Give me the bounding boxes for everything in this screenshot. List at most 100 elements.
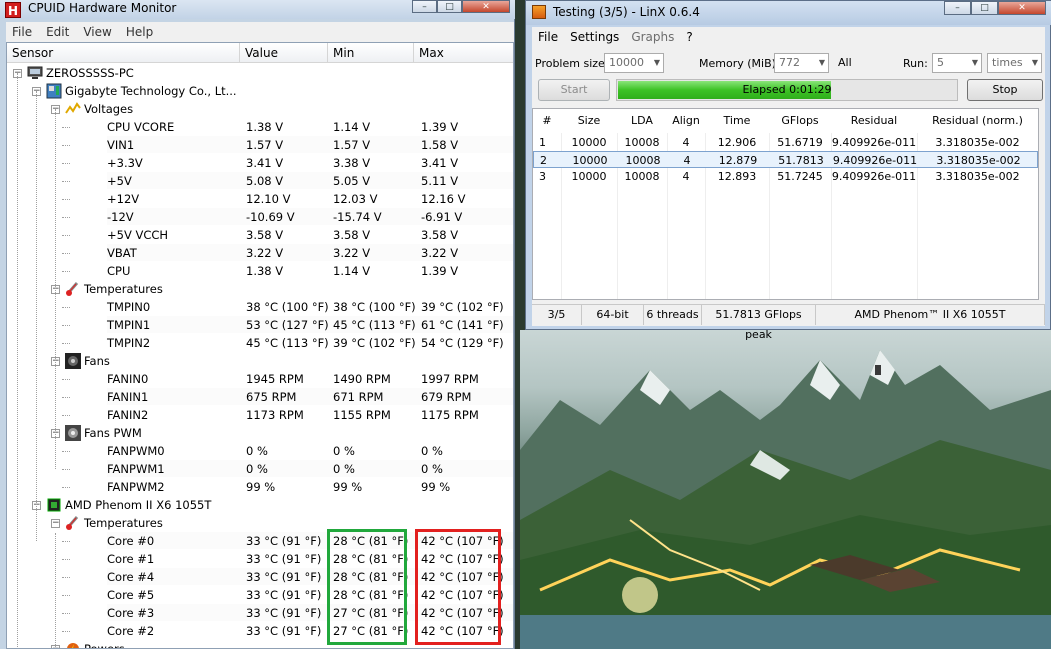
- computer-icon: [27, 65, 43, 81]
- sensor-row[interactable]: CPU VCORE 1.38 V 1.14 V 1.39 V: [7, 118, 513, 136]
- sensor-group-row[interactable]: − Powers: [7, 640, 513, 649]
- maximize-button[interactable]: □: [971, 1, 998, 15]
- sensor-min: -15.74 V: [333, 210, 382, 224]
- sensor-name: Core #4: [107, 570, 155, 584]
- sensor-name: CPU VCORE: [107, 120, 175, 134]
- menu-help[interactable]: Help: [120, 25, 161, 39]
- column-header-sensor[interactable]: Sensor: [7, 43, 240, 63]
- menu-graphs[interactable]: Graphs: [625, 30, 680, 44]
- sensor-row[interactable]: FANIN0 1945 RPM 1490 RPM 1997 RPM: [7, 370, 513, 388]
- sensor-group-row[interactable]: − Fans: [7, 352, 513, 370]
- sensor-max: 61 °C (141 °F): [421, 318, 504, 332]
- column-header[interactable]: Residual (norm.): [917, 109, 1038, 133]
- menu-file[interactable]: File: [6, 25, 40, 39]
- sensor-row[interactable]: -12V -10.69 V -15.74 V -6.91 V: [7, 208, 513, 226]
- sensor-group-row[interactable]: − Fans PWM: [7, 424, 513, 442]
- sensor-row[interactable]: FANPWM1 0 % 0 % 0 %: [7, 460, 513, 478]
- stop-button[interactable]: Stop: [967, 79, 1043, 101]
- sensor-row[interactable]: FANPWM2 99 % 99 % 99 %: [7, 478, 513, 496]
- sensor-min: 28 °C (81 °F): [333, 534, 409, 548]
- results-table[interactable]: # Size LDA Align Time GFlops Residual Residual …: [532, 108, 1039, 300]
- memory-combo[interactable]: 772 ▼: [774, 53, 829, 73]
- close-button[interactable]: ✕: [462, 0, 510, 13]
- maximize-button[interactable]: □: [437, 0, 462, 13]
- sensor-row[interactable]: TMPIN2 45 °C (113 °F) 39 °C (102 °F) 54 °C …: [7, 334, 513, 352]
- sensor-min: 45 °C (113 °F): [333, 318, 416, 332]
- sensor-group-label: Powers: [84, 642, 125, 649]
- menu-edit[interactable]: Edit: [40, 25, 77, 39]
- sensor-name: FANPWM0: [107, 444, 165, 458]
- memory-all-option[interactable]: All: [838, 56, 852, 69]
- sensor-row[interactable]: +12V 12.10 V 12.03 V 12.16 V: [7, 190, 513, 208]
- column-header[interactable]: #: [533, 109, 561, 133]
- minimize-button[interactable]: –: [944, 1, 971, 15]
- result-cell: 10000: [572, 154, 608, 167]
- collapse-toggle[interactable]: −: [51, 519, 60, 528]
- sensor-max: 42 °C (107 °F): [421, 624, 504, 638]
- column-header-value[interactable]: Value: [240, 43, 328, 63]
- sensor-group-row[interactable]: − Temperatures: [7, 514, 513, 532]
- sensor-row[interactable]: Core #4 33 °C (91 °F) 28 °C (81 °F) 42 °C (…: [7, 568, 513, 586]
- sensor-group-row[interactable]: − Voltages: [7, 100, 513, 118]
- sensor-max: 42 °C (107 °F): [421, 534, 504, 548]
- sensor-tree-panel[interactable]: Sensor Value Min Max − ZEROSSSSS-PC − Gigab…: [6, 42, 514, 649]
- run-count-combo[interactable]: 5 ▼: [932, 53, 982, 73]
- menu-settings[interactable]: Settings: [564, 30, 625, 44]
- sensor-row[interactable]: CPU 1.38 V 1.14 V 1.39 V: [7, 262, 513, 280]
- sensor-max: 679 RPM: [421, 390, 472, 404]
- sensor-row[interactable]: +5V VCCH 3.58 V 3.58 V 3.58 V: [7, 226, 513, 244]
- sensor-max: 0 %: [421, 444, 443, 458]
- linx-titlebar[interactable]: Testing (3/5) - LinX 0.6.4 – □ ✕: [526, 1, 1051, 25]
- sensor-group-row[interactable]: − Temperatures: [7, 280, 513, 298]
- sensor-group-row[interactable]: − ZEROSSSSS-PC: [7, 64, 513, 82]
- problem-size-combo[interactable]: 10000 ▼: [604, 53, 664, 73]
- sensor-row[interactable]: Core #3 33 °C (91 °F) 27 °C (81 °F) 42 °C (…: [7, 604, 513, 622]
- column-header[interactable]: Size: [561, 109, 617, 133]
- sensor-group-row[interactable]: − Gigabyte Technology Co., Lt...: [7, 82, 513, 100]
- result-row[interactable]: 2 10000 10008 4 12.879 51.7813 9.409926e-011 3.…: [533, 151, 1038, 168]
- sensor-group-row[interactable]: − AMD Phenom II X6 1055T: [7, 496, 513, 514]
- sensor-max: 1997 RPM: [421, 372, 479, 386]
- sensor-row[interactable]: VIN1 1.57 V 1.57 V 1.58 V: [7, 136, 513, 154]
- run-unit-combo[interactable]: times ▼: [987, 53, 1042, 73]
- menu-help[interactable]: ?: [680, 30, 698, 44]
- result-row[interactable]: 1 10000 10008 4 12.906 51.6719 9.409926e-011 3.…: [533, 134, 1038, 151]
- sensor-row[interactable]: Core #5 33 °C (91 °F) 28 °C (81 °F) 42 °C (…: [7, 586, 513, 604]
- column-header[interactable]: Time: [705, 109, 769, 133]
- sensor-row[interactable]: FANPWM0 0 % 0 % 0 %: [7, 442, 513, 460]
- sensor-row[interactable]: FANIN1 675 RPM 671 RPM 679 RPM: [7, 388, 513, 406]
- linx-window: Testing (3/5) - LinX 0.6.4 – □ ✕ File Se…: [525, 0, 1051, 341]
- sensor-row[interactable]: VBAT 3.22 V 3.22 V 3.22 V: [7, 244, 513, 262]
- sensor-row[interactable]: Core #1 33 °C (91 °F) 28 °C (81 °F) 42 °C (…: [7, 550, 513, 568]
- result-cell: 3.318035e-002: [935, 136, 1020, 149]
- close-button[interactable]: ✕: [998, 1, 1046, 15]
- sensor-value: 675 RPM: [246, 390, 297, 404]
- column-header[interactable]: LDA: [617, 109, 667, 133]
- sensor-row[interactable]: TMPIN1 53 °C (127 °F) 45 °C (113 °F) 61 °C …: [7, 316, 513, 334]
- hwmonitor-titlebar[interactable]: H CPUID Hardware Monitor – □ ✕: [0, 0, 515, 19]
- start-button[interactable]: Start: [538, 79, 610, 101]
- sensor-max: 42 °C (107 °F): [421, 606, 504, 620]
- sensor-row[interactable]: +5V 5.08 V 5.05 V 5.11 V: [7, 172, 513, 190]
- sensor-min: 3.58 V: [333, 228, 371, 242]
- column-header-min[interactable]: Min: [328, 43, 414, 63]
- sensor-row[interactable]: Core #2 33 °C (91 °F) 27 °C (81 °F) 42 °C (…: [7, 622, 513, 640]
- sensor-row[interactable]: TMPIN0 38 °C (100 °F) 38 °C (100 °F) 39 °C …: [7, 298, 513, 316]
- window-title: Testing (3/5) - LinX 0.6.4: [553, 5, 700, 19]
- sensor-row[interactable]: +3.3V 3.41 V 3.38 V 3.41 V: [7, 154, 513, 172]
- sensor-row[interactable]: Core #0 33 °C (91 °F) 28 °C (81 °F) 42 °C (…: [7, 532, 513, 550]
- column-header[interactable]: GFlops: [769, 109, 831, 133]
- column-header[interactable]: Align: [667, 109, 705, 133]
- sensor-row[interactable]: FANIN2 1173 RPM 1155 RPM 1175 RPM: [7, 406, 513, 424]
- sensor-name: -12V: [107, 210, 134, 224]
- result-cell: 9.409926e-011: [832, 154, 918, 167]
- result-cell: 4: [682, 136, 690, 149]
- column-header[interactable]: Residual: [831, 109, 917, 133]
- menu-view[interactable]: View: [77, 25, 119, 39]
- sensor-min: 1490 RPM: [333, 372, 391, 386]
- column-header-max[interactable]: Max: [414, 43, 513, 63]
- minimize-button[interactable]: –: [412, 0, 437, 13]
- menu-file[interactable]: File: [532, 30, 564, 44]
- sensor-value: 38 °C (100 °F): [246, 300, 329, 314]
- result-row[interactable]: 3 10000 10008 4 12.893 51.7245 9.409926e-011 3.…: [533, 168, 1038, 185]
